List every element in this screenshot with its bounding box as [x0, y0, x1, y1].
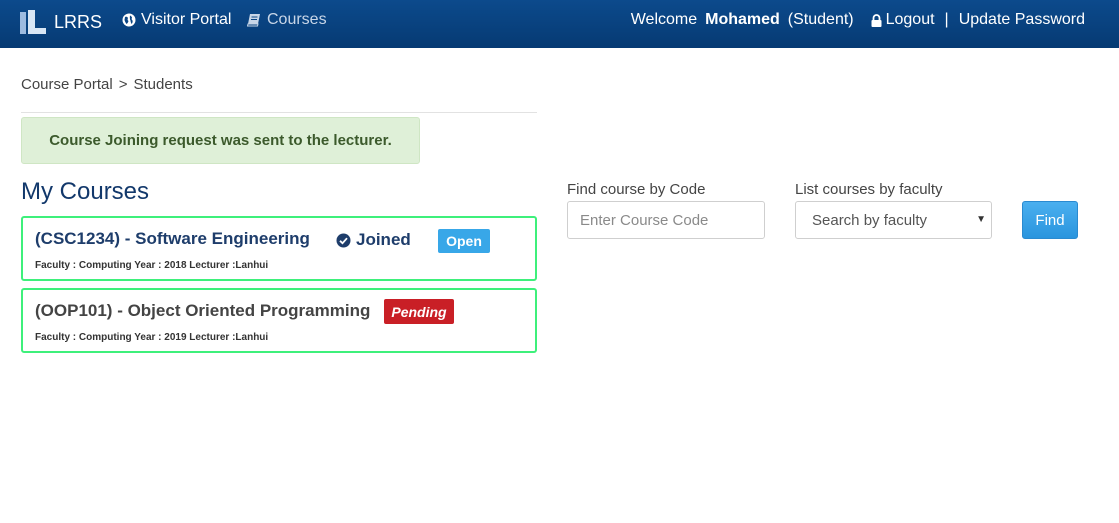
- update-password-link[interactable]: Update Password: [959, 11, 1085, 29]
- find-button[interactable]: Find: [1022, 201, 1078, 239]
- my-courses-title: My Courses: [21, 178, 150, 205]
- course-title[interactable]: (CSC1234) - Software Engineering: [35, 229, 310, 249]
- joined-status: Joined: [336, 230, 411, 250]
- course-meta: Faculty : Computing Year : 2019 Lecturer…: [35, 332, 269, 343]
- book-icon: [247, 14, 260, 27]
- nav-courses[interactable]: Courses: [247, 11, 327, 29]
- logout-label: Logout: [885, 11, 935, 28]
- faculty-select[interactable]: Search by faculty ▼: [795, 201, 992, 239]
- course-title[interactable]: (OOP101) - Object Oriented Programming: [35, 301, 370, 321]
- user-role: (Student): [787, 11, 854, 28]
- breadcrumb-current: Students: [133, 76, 193, 93]
- logo-icon: [20, 10, 46, 34]
- joined-label: Joined: [356, 230, 411, 249]
- check-circle-icon: [336, 233, 351, 247]
- course-card[interactable]: (CSC1234) - Software Engineering Joined …: [21, 216, 537, 281]
- logout-link[interactable]: Logout: [871, 11, 935, 29]
- chevron-down-icon: ▼: [976, 214, 986, 225]
- divider: [21, 112, 537, 113]
- globe-icon: [122, 13, 136, 27]
- brand[interactable]: LRRS: [20, 9, 102, 35]
- pending-badge: Pending: [384, 299, 454, 324]
- welcome-text: Welcome: [630, 11, 698, 28]
- nav-courses-label: Courses: [267, 11, 327, 28]
- nav-visitor-label: Visitor Portal: [141, 11, 232, 28]
- course-code-input[interactable]: [567, 201, 765, 239]
- brand-name: LRRS: [54, 11, 103, 32]
- course-code-label: Find course by Code: [567, 181, 706, 198]
- course-card[interactable]: (OOP101) - Object Oriented Programming P…: [21, 288, 537, 353]
- breadcrumb: Course Portal > Students: [21, 76, 193, 93]
- lock-icon: [871, 13, 882, 27]
- top-navbar: LRRS Visitor Portal Courses Welcome Moha…: [0, 0, 1119, 48]
- nav-separator: |: [944, 11, 949, 28]
- faculty-label: List courses by faculty: [795, 181, 943, 198]
- breadcrumb-separator: >: [118, 76, 128, 93]
- course-meta: Faculty : Computing Year : 2018 Lecturer…: [35, 260, 269, 271]
- success-alert: Course Joining request was sent to the l…: [21, 117, 420, 164]
- nav-visitor-portal[interactable]: Visitor Portal: [122, 11, 231, 29]
- faculty-selected-value: Search by faculty: [812, 212, 928, 229]
- open-badge[interactable]: Open: [438, 229, 490, 253]
- user-menu: Welcome Mohamed (Student) Logout | Updat…: [631, 11, 1085, 29]
- user-name: Mohamed: [705, 11, 780, 28]
- breadcrumb-root[interactable]: Course Portal: [21, 76, 113, 93]
